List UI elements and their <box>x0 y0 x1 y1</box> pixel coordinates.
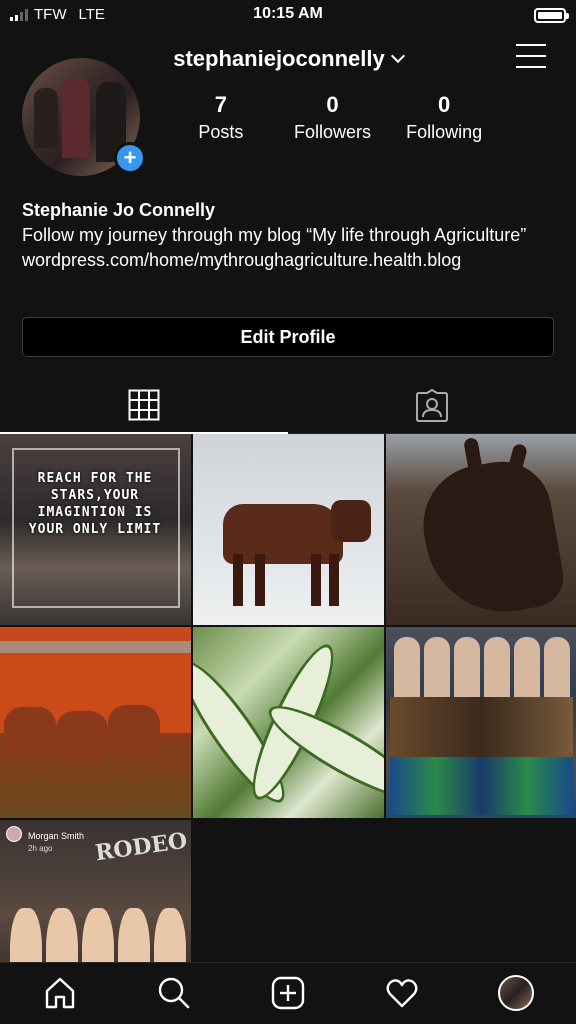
username-title: stephaniejoconnelly <box>173 46 385 71</box>
profile-avatar-icon <box>498 975 534 1011</box>
award-table <box>390 697 573 757</box>
bio-link[interactable]: wordpress.com/home/mythroughagriculture.… <box>22 248 562 273</box>
cattle <box>4 707 56 757</box>
hamburger-line <box>516 66 546 68</box>
avatar-figure <box>34 88 58 148</box>
stat-label: Posts <box>198 122 244 142</box>
profile-avatar[interactable]: + <box>22 58 146 178</box>
status-time: 10:15 AM <box>253 5 323 22</box>
stat-value: 7 <box>214 92 227 117</box>
post-thumbnail[interactable] <box>193 434 384 625</box>
home-icon <box>45 977 75 1009</box>
nav-search[interactable] <box>154 973 194 1013</box>
horse-head <box>413 453 569 625</box>
hamburger-line <box>516 55 546 57</box>
stat-value: 0 <box>438 92 451 117</box>
stat-label: Followers <box>293 122 372 142</box>
hamburger-icon <box>516 44 546 46</box>
heart-icon <box>386 979 418 1008</box>
story-user: Morgan Smith 2h ago <box>6 826 84 854</box>
nav-home[interactable] <box>40 973 80 1013</box>
story-time: 2h ago <box>28 844 53 853</box>
add-story-plus-icon[interactable]: + <box>114 142 146 174</box>
status-bar: TFW LTE 10:15 AM <box>0 0 576 30</box>
search-icon <box>158 977 190 1009</box>
cow-leg <box>311 554 321 606</box>
chevron-down-icon <box>390 48 405 64</box>
post-thumbnail[interactable]: REACH FOR THE STARS,YOUR IMAGINTION IS Y… <box>0 434 191 625</box>
edit-profile-button[interactable]: Edit Profile <box>22 317 554 357</box>
cow-head <box>331 500 371 542</box>
cattle <box>108 705 160 755</box>
people-row <box>394 637 570 697</box>
banners <box>390 757 573 815</box>
menu-button[interactable] <box>516 44 546 68</box>
cow-leg <box>255 554 265 606</box>
post-thumbnail[interactable] <box>386 434 576 625</box>
tab-tagged[interactable] <box>288 378 576 434</box>
cattle <box>56 711 108 761</box>
new-post-icon <box>271 976 305 1010</box>
nav-new-post[interactable] <box>268 973 308 1013</box>
cow-leg <box>233 554 243 606</box>
stat-posts[interactable]: 7 Posts <box>165 92 277 143</box>
stat-value: 0 <box>326 92 339 117</box>
profile-bio: Stephanie Jo Connelly Follow my journey … <box>22 198 562 273</box>
nav-activity[interactable] <box>382 973 422 1013</box>
story-username: Morgan Smith <box>28 831 85 841</box>
battery-icon <box>534 8 569 23</box>
profile-stats: 7 Posts 0 Followers 0 Following <box>165 92 500 143</box>
post-thumbnail[interactable] <box>386 627 576 818</box>
stat-followers[interactable]: 0 Followers <box>277 92 389 143</box>
bio-text: Follow my journey through my blog “My li… <box>22 225 527 245</box>
post-thumbnail[interactable] <box>0 627 191 818</box>
tab-grid[interactable] <box>0 378 288 434</box>
full-name: Stephanie Jo Connelly <box>22 200 216 220</box>
tagged-icon <box>416 388 448 422</box>
stat-following[interactable]: 0 Following <box>388 92 500 143</box>
rodeo-sign: RODEO <box>93 827 189 867</box>
barn-roof <box>0 641 191 653</box>
nav-profile[interactable] <box>496 973 536 1013</box>
grid-icon <box>128 389 160 421</box>
post-quote-text: REACH FOR THE STARS,YOUR IMAGINTION IS Y… <box>28 471 162 537</box>
bottom-nav <box>0 962 576 1024</box>
cow-leg <box>329 554 339 606</box>
stat-label: Following <box>406 122 483 142</box>
avatar <box>6 826 22 842</box>
avatar-figure <box>62 78 90 158</box>
profile-tabs <box>0 378 576 434</box>
post-thumbnail[interactable] <box>193 627 384 818</box>
